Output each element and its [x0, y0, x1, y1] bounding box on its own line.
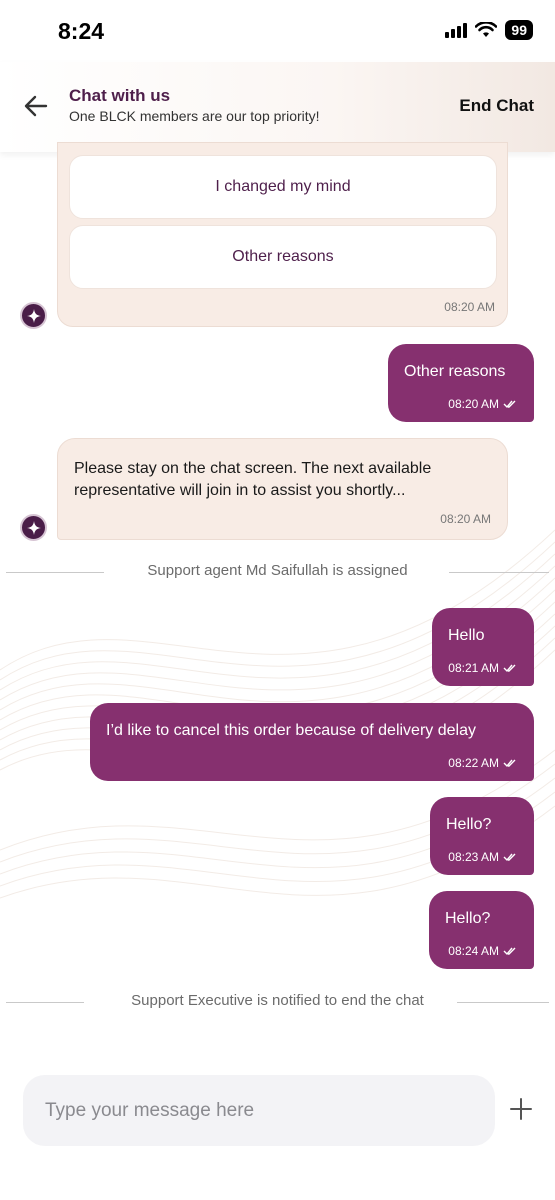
message-time: 08:20 AM [448, 397, 499, 411]
outgoing-message: Hello 08:21 AM [432, 608, 534, 686]
back-arrow-icon[interactable] [20, 90, 52, 122]
header-subtitle: One BLCK members are our top priority! [69, 108, 320, 124]
message-meta: 08:24 AM [448, 944, 517, 958]
bot-avatar [20, 514, 47, 541]
message-meta: 08:20 AM [448, 397, 517, 411]
bot-options-card: I changed my mind Other reasons 08:20 AM [57, 142, 508, 327]
message-composer [23, 1075, 495, 1146]
outgoing-message: Hello? 08:23 AM [430, 797, 534, 875]
sparkle-icon [26, 308, 41, 323]
message-time: 08:21 AM [448, 661, 499, 675]
message-meta: 08:21 AM [448, 661, 517, 675]
message-time: 08:22 AM [448, 756, 499, 770]
system-notice-text: Support Executive is notified to end the… [131, 992, 424, 1009]
double-check-icon [503, 853, 516, 862]
status-time: 8:24 [58, 18, 105, 44]
message-time: 08:20 AM [444, 300, 495, 314]
message-text: Hello? [445, 910, 491, 927]
message-time: 08:20 AM [440, 512, 491, 526]
message-text: Hello [448, 627, 485, 644]
header-title: Chat with us [69, 86, 171, 105]
message-time: 08:24 AM [448, 944, 499, 958]
incoming-message: Please stay on the chat screen. The next… [57, 438, 508, 540]
message-text: Hello? [446, 816, 492, 833]
system-notice-text: Support agent Md Saifullah is assigned [147, 562, 408, 579]
message-text: Please stay on the chat screen. The next… [74, 460, 432, 499]
double-check-icon [503, 664, 516, 673]
double-check-icon [503, 400, 516, 409]
end-chat-button[interactable]: End Chat [459, 96, 534, 116]
double-check-icon [503, 947, 516, 956]
message-input[interactable] [45, 1075, 475, 1146]
outgoing-message: I’d like to cancel this order because of… [90, 703, 534, 781]
message-meta: 08:22 AM [448, 756, 517, 770]
double-check-icon [503, 759, 516, 768]
outgoing-message: Other reasons 08:20 AM [388, 344, 534, 422]
option-changed-mind-button[interactable]: I changed my mind [69, 155, 497, 219]
signal-icon [445, 22, 468, 38]
message-text: Other reasons [404, 363, 506, 380]
sparkle-icon [26, 520, 41, 535]
option-other-reasons-button[interactable]: Other reasons [69, 225, 497, 289]
status-bar: 8:24 99 [0, 0, 555, 62]
system-notice: Support agent Md Saifullah is assigned [6, 562, 549, 582]
message-meta: 08:23 AM [448, 850, 517, 864]
wifi-icon [475, 22, 498, 37]
chat-header: Chat with us One BLCK members are our to… [0, 62, 555, 152]
bot-avatar [20, 302, 47, 329]
battery-indicator: 99 [505, 20, 533, 40]
message-time: 08:23 AM [448, 850, 499, 864]
outgoing-message: Hello? 08:24 AM [429, 891, 534, 969]
message-text: I’d like to cancel this order because of… [106, 722, 476, 739]
plus-icon[interactable] [508, 1096, 534, 1122]
status-icons: 99 [445, 20, 533, 40]
system-notice: Support Executive is notified to end the… [6, 992, 549, 1012]
